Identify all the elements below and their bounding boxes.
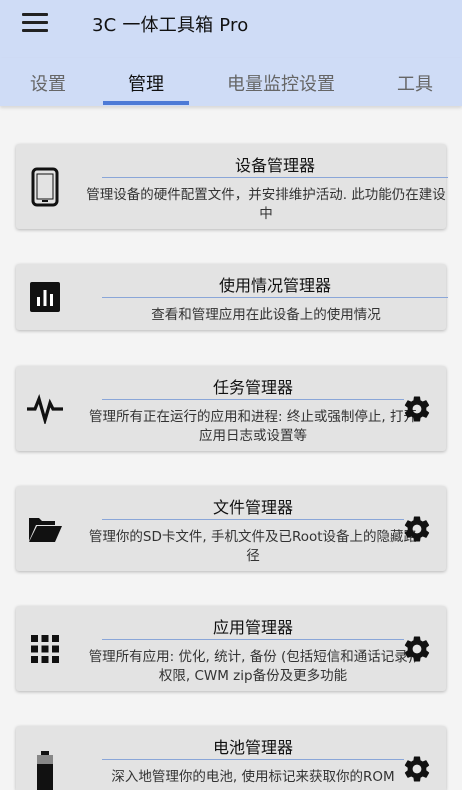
card-divider [102, 519, 404, 520]
pulse-icon [27, 394, 63, 424]
app-bar: 3C 一体工具箱 Pro [0, 0, 462, 58]
tab-tools[interactable]: 工具 [397, 70, 433, 96]
card-description: 深入地管理你的电池, 使用标记来获取你的ROM [111, 769, 395, 785]
gear-icon[interactable] [402, 394, 432, 424]
app-title: 3C 一体工具箱 Pro [92, 15, 249, 36]
tab-management[interactable]: 管理 [128, 70, 164, 96]
card-title: 电池管理器 [212, 738, 293, 757]
card-device-manager[interactable]: 设备管理器 管理设备的硬件配置文件，并安排维护活动. 此功能仍在建设中 [16, 144, 448, 229]
card-app-manager[interactable]: 应用管理器 管理所有应用: 优化, 统计, 备份 (包括短信和通话记录), 权限… [16, 606, 446, 691]
hamburger-menu-icon[interactable] [22, 13, 48, 33]
card-description: 管理所有应用: 优化, 统计, 备份 (包括短信和通话记录), 权限, CWM … [88, 649, 418, 684]
card-description: 管理所有正在运行的应用和进程: 终止或强制停止, 打开应用日志或设置等 [89, 409, 417, 444]
card-divider [102, 399, 404, 400]
card-description: 管理设备的硬件配置文件，并安排维护活动. 此功能仍在建设中 [86, 187, 446, 222]
active-tab-indicator [103, 101, 189, 105]
bar-chart-icon [30, 282, 60, 312]
card-title: 任务管理器 [212, 378, 293, 397]
folder-open-icon [29, 518, 62, 542]
card-divider [102, 297, 448, 298]
card-title: 使用情况管理器 [218, 276, 331, 295]
battery-icon [37, 751, 53, 790]
card-description: 查看和管理应用在此设备上的使用情况 [151, 307, 381, 323]
gear-icon[interactable] [402, 754, 432, 784]
card-divider [102, 759, 404, 760]
tab-battery-monitor-settings[interactable]: 电量监控设置 [227, 70, 335, 96]
card-title: 设备管理器 [234, 156, 315, 175]
card-divider [102, 639, 404, 640]
card-title: 文件管理器 [212, 498, 293, 517]
gear-icon[interactable] [402, 634, 432, 664]
card-battery-manager[interactable]: 电池管理器 深入地管理你的电池, 使用标记来获取你的ROM [16, 726, 446, 790]
tab-settings[interactable]: 设置 [30, 70, 66, 96]
card-usage-manager[interactable]: 使用情况管理器 查看和管理应用在此设备上的使用情况 [16, 264, 448, 330]
card-title: 应用管理器 [212, 618, 293, 637]
grid-icon [31, 635, 59, 663]
card-task-manager[interactable]: 任务管理器 管理所有正在运行的应用和进程: 终止或强制停止, 打开应用日志或设置… [16, 366, 446, 451]
card-file-manager[interactable]: 文件管理器 管理你的SD卡文件, 手机文件及已Root设备上的隐藏路径 [16, 486, 446, 571]
phone-icon [31, 167, 59, 207]
card-description: 管理你的SD卡文件, 手机文件及已Root设备上的隐藏路径 [88, 529, 418, 564]
card-divider [102, 177, 448, 178]
gear-icon[interactable] [402, 514, 432, 544]
tab-bar: 设置 管理 电量监控设置 工具 [0, 58, 462, 106]
